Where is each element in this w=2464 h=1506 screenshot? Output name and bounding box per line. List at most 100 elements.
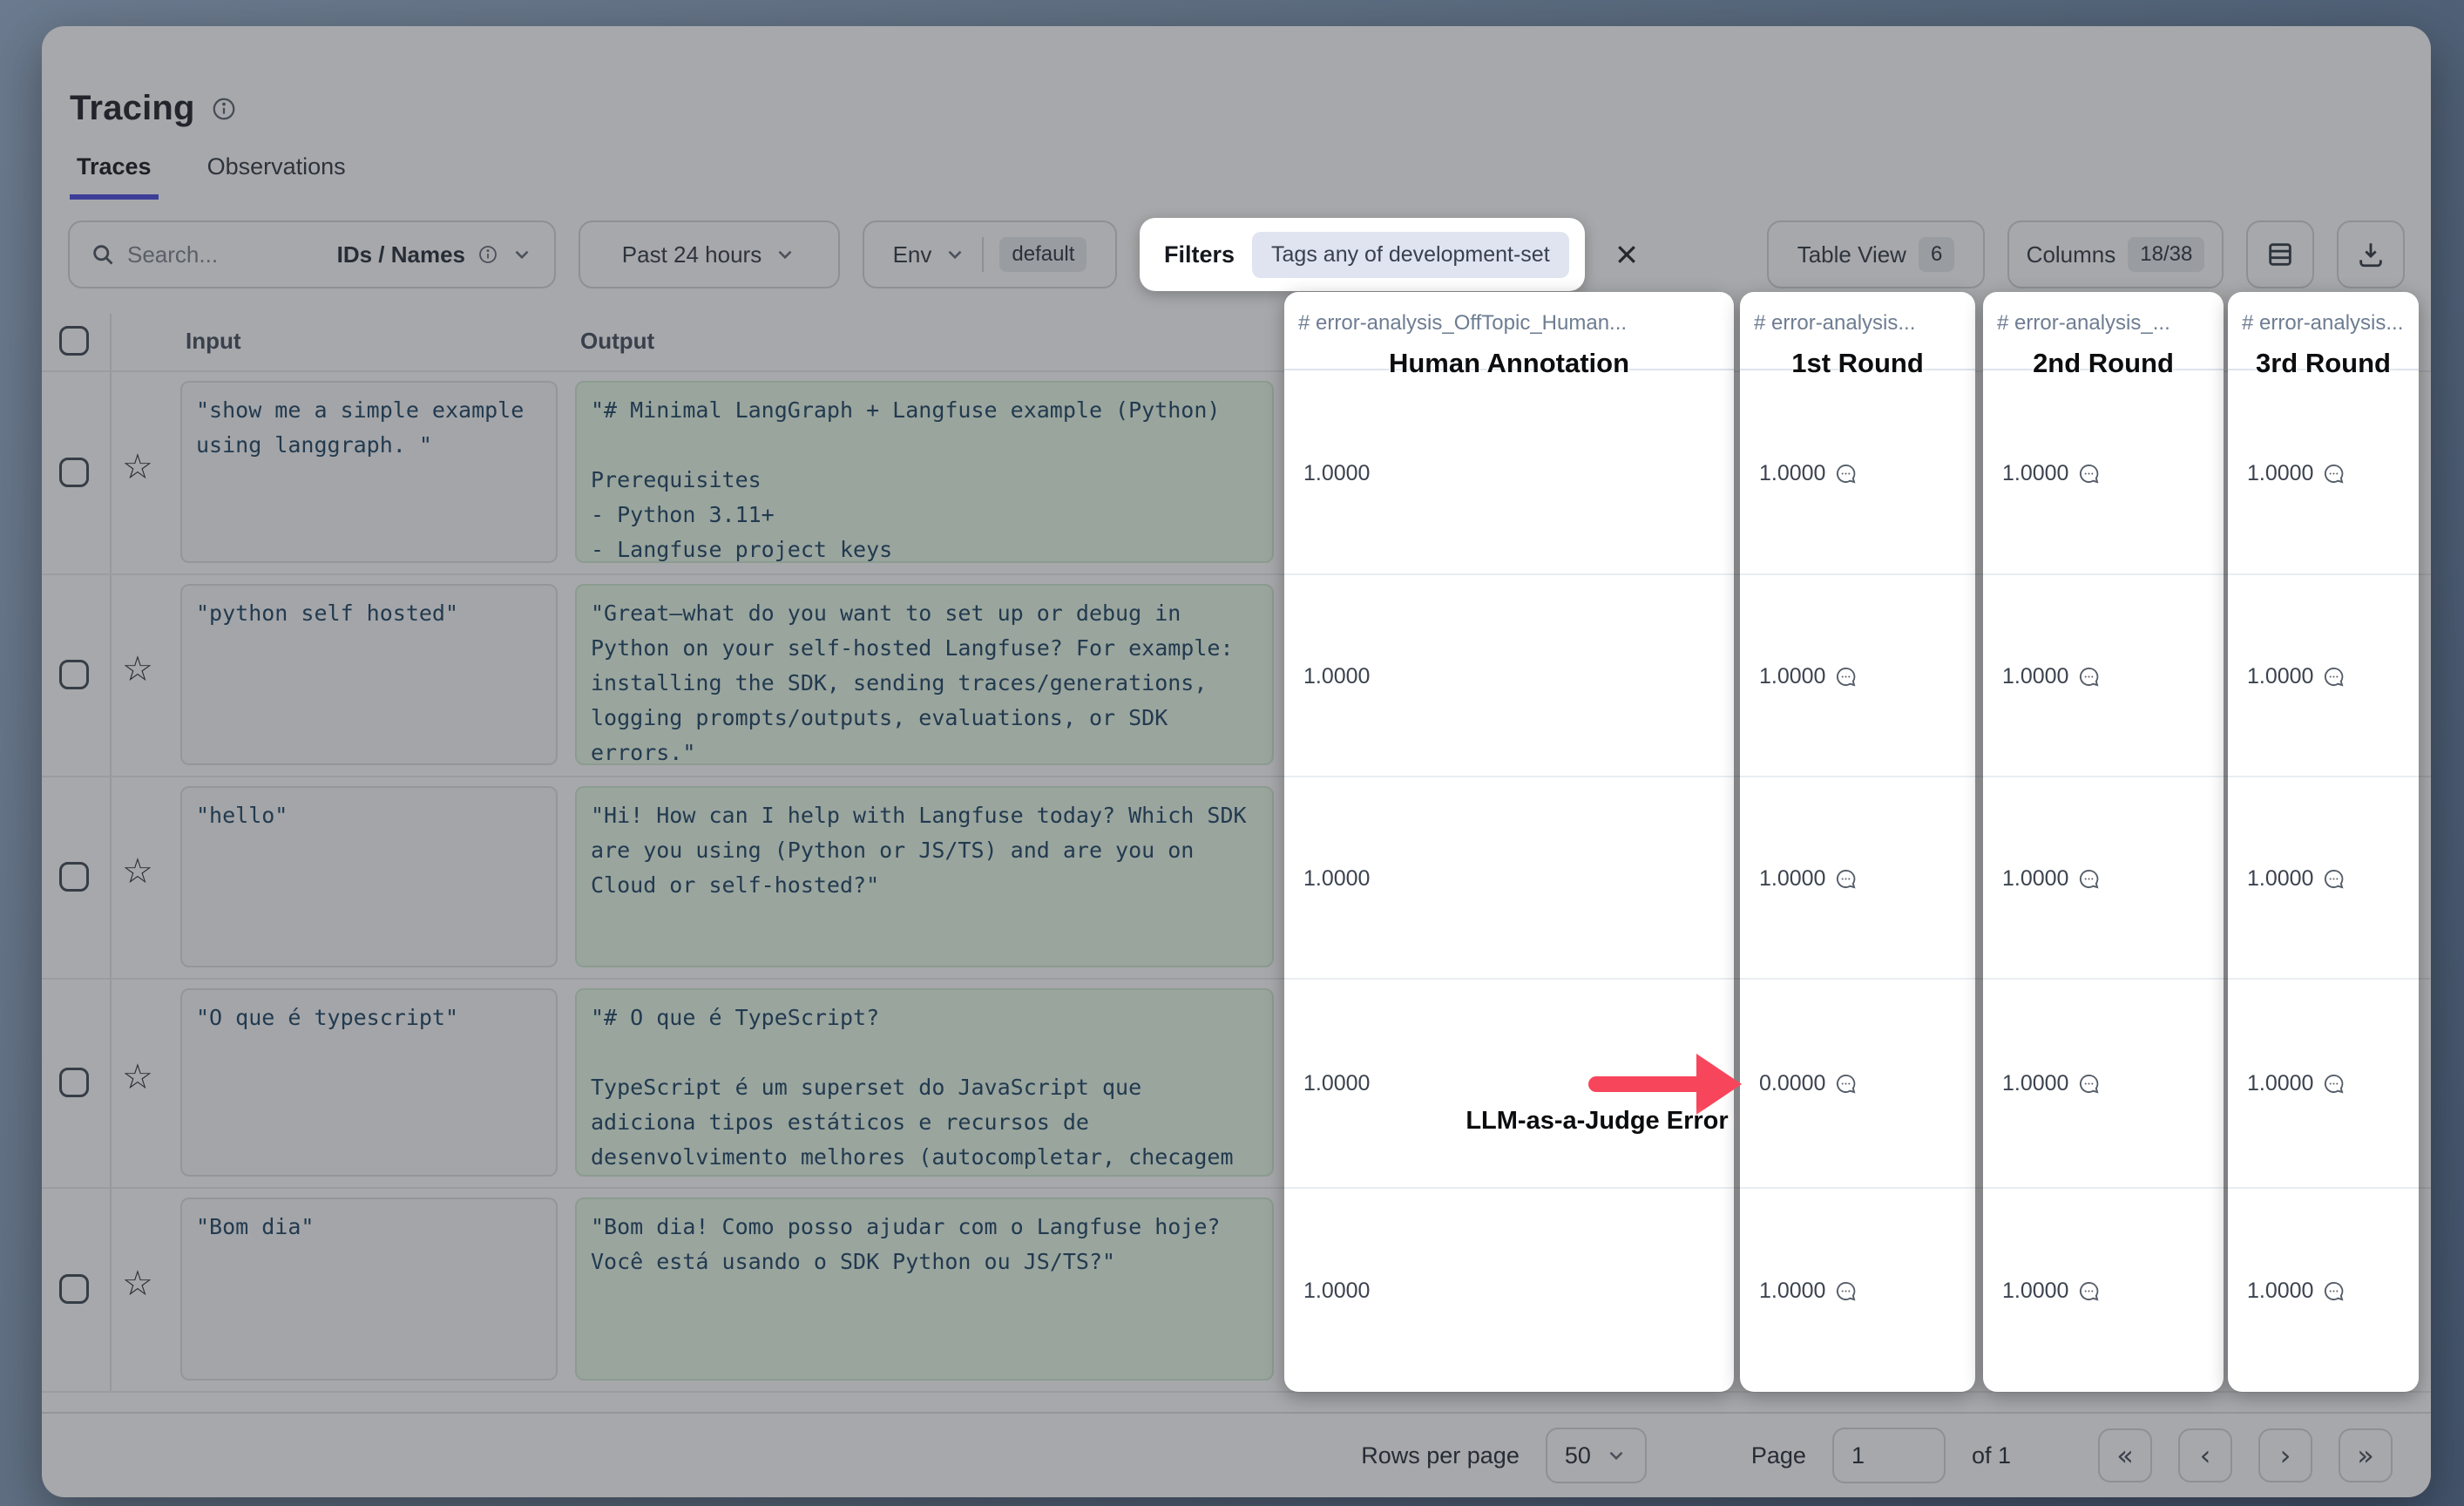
comment-icon[interactable] — [2077, 462, 2101, 485]
bookmark-star-icon[interactable]: ☆ — [122, 450, 153, 485]
comment-icon[interactable] — [1834, 665, 1858, 689]
input-cell[interactable]: "O que é typescript" — [180, 988, 558, 1177]
filters-button[interactable]: Filters Tags any of development-set — [1140, 218, 1585, 291]
output-cell[interactable]: "Great—what do you want to set up or deb… — [575, 584, 1274, 765]
clear-filter-button[interactable] — [1608, 235, 1646, 274]
score-value: 1.0000 — [1759, 1275, 1858, 1306]
score-value: 1.0000 — [1303, 863, 1370, 894]
page-of-label: of 1 — [1972, 1442, 2011, 1469]
input-cell[interactable]: "show me a simple example using langgrap… — [180, 381, 558, 563]
first-page-button[interactable]: « — [2098, 1428, 2152, 1482]
last-page-button[interactable]: » — [2339, 1428, 2393, 1482]
score-column-header[interactable]: # error-analysis_... — [1997, 311, 2217, 336]
next-page-button[interactable]: › — [2258, 1428, 2312, 1482]
comment-icon[interactable] — [2322, 462, 2346, 485]
rows-per-page-select[interactable]: 50 — [1546, 1428, 1647, 1483]
env-select[interactable]: Env default — [863, 220, 1117, 288]
close-icon — [1614, 241, 1640, 268]
tab-traces[interactable]: Traces — [70, 148, 159, 200]
export-button[interactable] — [2337, 220, 2405, 288]
bookmark-star-icon[interactable]: ☆ — [122, 854, 153, 889]
score-value: 1.0000 — [2002, 1068, 2101, 1099]
search-placeholder: Search... — [127, 241, 218, 268]
input-cell[interactable]: "hello" — [180, 786, 558, 967]
score-column-annotation: Human Annotation — [1284, 348, 1734, 379]
score-value-error: 0.0000 — [1759, 1068, 1858, 1099]
output-cell[interactable]: "# O que é TypeScript? TypeScript é um s… — [575, 988, 1274, 1177]
page-label: Page — [1751, 1442, 1806, 1469]
columns-button[interactable]: Columns 18/38 — [2007, 220, 2224, 288]
comment-icon[interactable] — [2077, 1279, 2101, 1303]
input-cell[interactable]: "Bom dia" — [180, 1197, 558, 1380]
page-number-input[interactable]: 1 — [1832, 1428, 1946, 1483]
comment-icon[interactable] — [1834, 867, 1858, 891]
score-value: 1.0000 — [1759, 863, 1858, 894]
chevron-down-icon — [1605, 1444, 1628, 1467]
table-view-button[interactable]: Table View 6 — [1767, 220, 1985, 288]
score-column-header[interactable]: # error-analysis... — [1754, 311, 1968, 336]
score-value: 1.0000 — [1303, 661, 1370, 692]
table-view-count-badge: 6 — [1919, 237, 1954, 272]
score-value: 1.0000 — [1303, 1275, 1370, 1306]
toolbar: Search... IDs / Names Past 24 hours Env … — [68, 218, 2405, 291]
score-column-header[interactable]: # error-analysis_OffTopic_Human... — [1298, 311, 1727, 336]
row-checkbox[interactable] — [59, 458, 89, 487]
page-title: Tracing — [70, 89, 195, 128]
comment-icon[interactable] — [2077, 1072, 2101, 1096]
pagination-bar: Rows per page 50 Page 1 of 1 « ‹ › » — [42, 1412, 2431, 1497]
column-header-output[interactable]: Output — [580, 328, 654, 355]
search-mode-label[interactable]: IDs / Names — [337, 241, 465, 268]
bookmark-star-icon[interactable]: ☆ — [122, 1266, 153, 1301]
env-label: Env — [893, 241, 932, 268]
info-icon[interactable] — [211, 96, 237, 122]
chevron-down-icon — [774, 243, 796, 266]
score-value: 1.0000 — [1759, 661, 1858, 692]
comment-icon[interactable] — [1834, 1072, 1858, 1096]
columns-label: Columns — [2027, 241, 2116, 268]
input-cell[interactable]: "python self hosted" — [180, 584, 558, 765]
column-header-input[interactable]: Input — [186, 328, 241, 355]
score-value: 1.0000 — [1303, 1068, 1370, 1099]
output-cell[interactable]: "Bom dia! Como posso ajudar com o Langfu… — [575, 1197, 1274, 1380]
row-checkbox[interactable] — [59, 1068, 89, 1097]
rows-per-page-value: 50 — [1565, 1442, 1591, 1469]
tab-bar: Traces Observations — [70, 148, 353, 200]
tab-observations[interactable]: Observations — [200, 148, 353, 200]
bookmark-star-icon[interactable]: ☆ — [122, 1060, 153, 1095]
comment-icon[interactable] — [1834, 1279, 1858, 1303]
select-all-checkbox[interactable] — [59, 326, 89, 356]
score-column-header[interactable]: # error-analysis... — [2242, 311, 2412, 336]
columns-count-badge: 18/38 — [2128, 237, 2204, 272]
rows-icon — [2265, 240, 2295, 269]
prev-page-button[interactable]: ‹ — [2178, 1428, 2232, 1482]
toolbar-right: Table View 6 Columns 18/38 — [1767, 220, 2405, 288]
filter-chip[interactable]: Tags any of development-set — [1252, 232, 1569, 278]
score-column-2nd-round: # error-analysis_... 2nd Round 1.0000 1.… — [1983, 292, 2224, 1392]
comment-icon[interactable] — [1834, 462, 1858, 485]
page-background: { "page": { "title": "Tracing" }, "tabs"… — [0, 0, 2464, 1506]
comment-icon[interactable] — [2077, 867, 2101, 891]
score-column-3rd-round: # error-analysis... 3rd Round 1.0000 1.0… — [2228, 292, 2419, 1392]
comment-icon[interactable] — [2077, 665, 2101, 689]
output-cell[interactable]: "Hi! How can I help with Langfuse today?… — [575, 786, 1274, 967]
time-range-select[interactable]: Past 24 hours — [579, 220, 840, 288]
comment-icon[interactable] — [2322, 665, 2346, 689]
page-header: Tracing — [70, 89, 237, 128]
score-value: 1.0000 — [2002, 863, 2101, 894]
row-checkbox[interactable] — [59, 660, 89, 689]
score-value: 1.0000 — [2247, 1275, 2346, 1306]
score-column-annotation: 2nd Round — [1983, 348, 2224, 379]
comment-icon[interactable] — [2322, 1072, 2346, 1096]
env-value-badge: default — [999, 237, 1086, 272]
search-input[interactable]: Search... IDs / Names — [68, 220, 556, 288]
bookmark-star-icon[interactable]: ☆ — [122, 652, 153, 687]
score-value: 1.0000 — [2247, 863, 2346, 894]
output-cell[interactable]: "# Minimal LangGraph + Langfuse example … — [575, 381, 1274, 563]
comment-icon[interactable] — [2322, 867, 2346, 891]
row-checkbox[interactable] — [59, 1274, 89, 1304]
comment-icon[interactable] — [2322, 1279, 2346, 1303]
score-value: 1.0000 — [2002, 661, 2101, 692]
row-checkbox[interactable] — [59, 862, 89, 892]
download-icon — [2356, 240, 2386, 269]
row-height-button[interactable] — [2246, 220, 2314, 288]
